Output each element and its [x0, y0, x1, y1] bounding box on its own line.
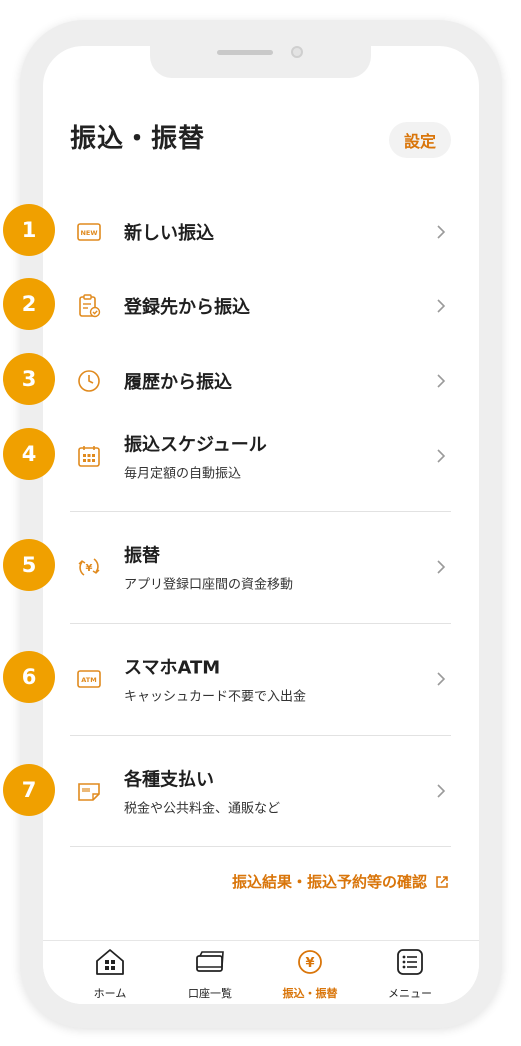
step-badge-7: 7 [3, 764, 55, 816]
camera [291, 46, 303, 58]
divider [70, 511, 451, 512]
chevron-right-icon [434, 297, 448, 315]
menu-label: 振替 [124, 545, 160, 567]
card-icon [196, 951, 224, 972]
settings-button[interactable]: 設定 [389, 122, 451, 158]
step-badge-2: 2 [3, 278, 55, 330]
menu-item-new-transfer[interactable]: NEW 新しい振込 [70, 202, 450, 262]
step-badge-5: 5 [3, 539, 55, 591]
tab-home[interactable]: ホーム [70, 947, 150, 1001]
menu-label: 各種支払い [124, 769, 214, 791]
page-title: 振込・振替 [70, 124, 206, 154]
chevron-right-icon [434, 447, 448, 465]
tab-transfer[interactable]: ¥ 振込・振替 [270, 947, 350, 1001]
tab-accounts[interactable]: 口座一覧 [170, 947, 250, 1001]
calendar-icon [76, 443, 102, 469]
chevron-right-icon [434, 670, 448, 688]
tab-menu[interactable]: メニュー [370, 947, 450, 1001]
menu-label: スマホATM [124, 657, 221, 679]
atm-icon: ATM [76, 666, 102, 692]
menu-sublabel: キャッシュカード不要で入出金 [124, 689, 307, 705]
chevron-right-icon [434, 558, 448, 576]
menu-item-payments[interactable]: 各種支払い 税金や公共料金、通販など [70, 761, 450, 821]
menu-sublabel: 税金や公共料金、通販など [124, 801, 281, 817]
tab-label: 口座一覧 [188, 987, 232, 1000]
clipboard-check-icon [76, 293, 102, 319]
menu-label: 振込スケジュール [124, 434, 267, 456]
menu-label: 新しい振込 [124, 223, 214, 244]
clock-icon [76, 368, 102, 394]
svg-text:¥: ¥ [86, 563, 93, 574]
transfer-results-label: 振込結果・振込予約等の確認 [231, 873, 427, 891]
speaker [217, 50, 273, 55]
menu-item-history-transfer[interactable]: 履歴から振込 [70, 351, 450, 411]
menu-item-registered-transfer[interactable]: 登録先から振込 [70, 276, 450, 336]
menu-item-transfer-schedule[interactable]: 振込スケジュール 毎月定額の自動振込 [70, 426, 450, 486]
yen-exchange-icon: ¥ [76, 554, 102, 580]
new-icon: NEW [76, 219, 102, 245]
list-icon [397, 949, 423, 975]
menu-sublabel: 毎月定額の自動振込 [124, 466, 242, 482]
bottom-tab-bar: ホーム 口座一覧 ¥ 振込・振替 メニュー [43, 940, 479, 1004]
home-icon [96, 949, 124, 975]
notch [150, 30, 371, 78]
step-badge-1: 1 [3, 204, 55, 256]
chevron-right-icon [434, 372, 448, 390]
tab-label: 振込・振替 [282, 987, 338, 1000]
transfer-results-link[interactable]: 振込結果・振込予約等の確認 [232, 871, 449, 892]
svg-text:ATM: ATM [81, 676, 96, 684]
tab-label: メニュー [388, 987, 432, 1000]
step-badge-3: 3 [3, 353, 55, 405]
chevron-right-icon [434, 782, 448, 800]
divider [70, 846, 451, 847]
menu-label: 履歴から振込 [124, 372, 232, 393]
external-link-icon [436, 875, 448, 888]
tab-label: ホーム [93, 987, 127, 1000]
step-badge-6: 6 [3, 651, 55, 703]
yen-icon: ¥ [298, 950, 322, 974]
barcode-payment-icon [76, 778, 102, 804]
divider [70, 735, 451, 736]
divider [70, 623, 451, 624]
screen [43, 46, 479, 1004]
menu-label: 登録先から振込 [124, 297, 250, 318]
step-badge-4: 4 [3, 428, 55, 480]
svg-text:NEW: NEW [80, 229, 97, 237]
menu-item-account-transfer[interactable]: ¥ 振替 アプリ登録口座間の資金移動 [70, 537, 450, 597]
menu-sublabel: アプリ登録口座間の資金移動 [124, 577, 294, 593]
chevron-right-icon [434, 223, 448, 241]
menu-item-smartphone-atm[interactable]: ATM スマホATM キャッシュカード不要で入出金 [70, 649, 450, 709]
svg-text:¥: ¥ [305, 956, 314, 971]
